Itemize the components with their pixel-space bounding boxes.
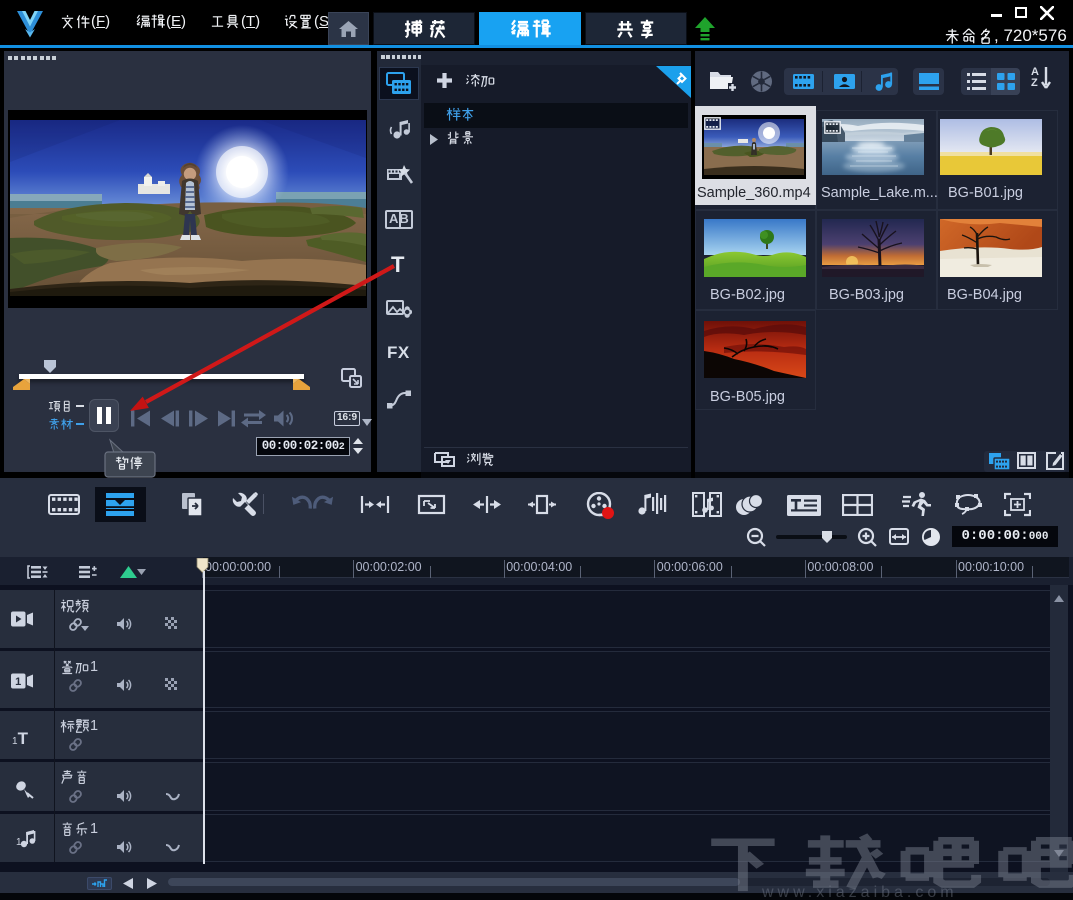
svg-text:1: 1 bbox=[15, 676, 21, 688]
svg-text:1: 1 bbox=[16, 837, 22, 848]
